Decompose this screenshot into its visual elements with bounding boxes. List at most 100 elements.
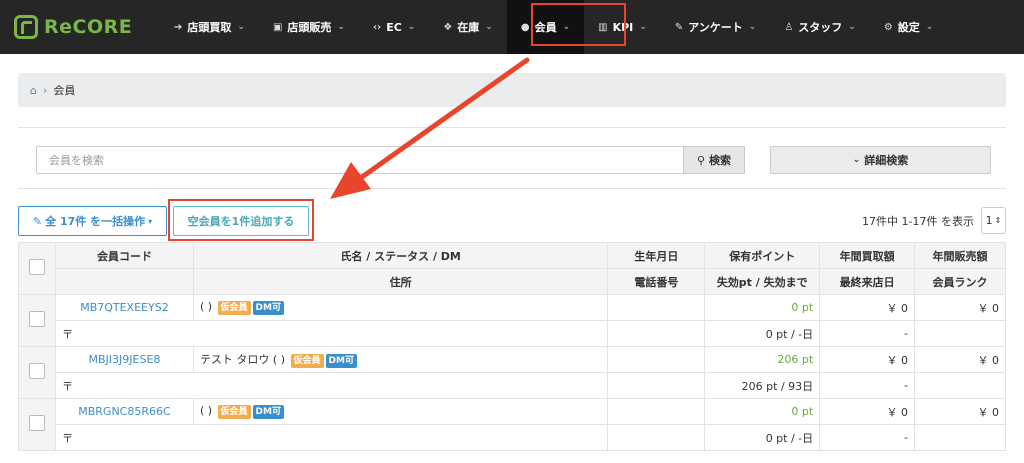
nav-label: スタッフ bbox=[798, 21, 843, 34]
bulk-action-button[interactable]: ✎ 全 17件 を一括操作 ▾ bbox=[18, 206, 167, 236]
col-header-last-visit[interactable]: 最終来店日 bbox=[819, 268, 916, 295]
nav-item-survey[interactable]: ✎ アンケート ⌄ bbox=[661, 0, 771, 54]
dm-badge: DM可 bbox=[252, 405, 284, 419]
table-row-sub: 〒 0 pt / -日 - bbox=[19, 424, 1006, 451]
nav-label: EC bbox=[386, 20, 402, 34]
expiring-points-cell: 206 pt / 93日 bbox=[704, 372, 821, 399]
col-header-birthdate[interactable]: 生年月日 bbox=[607, 242, 706, 269]
status-badge: 仮会員 bbox=[290, 354, 324, 368]
home-icon[interactable]: ⌂ bbox=[30, 84, 37, 97]
last-visit-cell: - bbox=[819, 424, 916, 451]
edit-icon: ✎ bbox=[674, 21, 684, 33]
members-highlight-box bbox=[531, 3, 626, 46]
logo-mark-icon bbox=[14, 15, 38, 39]
last-visit-cell: - bbox=[819, 372, 916, 399]
col-header-phone[interactable]: 電話番号 bbox=[607, 268, 706, 295]
nav-item-settings[interactable]: ⚙ 設定 ⌄ bbox=[870, 0, 948, 54]
chevron-right-icon: › bbox=[42, 83, 48, 97]
add-button-highlight-box bbox=[168, 199, 314, 241]
page-select[interactable]: 1 ⇕ bbox=[981, 207, 1006, 234]
member-name: ( ) bbox=[199, 404, 213, 417]
dm-badge: DM可 bbox=[252, 301, 284, 315]
search-button[interactable]: ⚲ 検索 bbox=[684, 146, 745, 174]
birthdate-cell bbox=[607, 294, 706, 321]
points-cell: 206 pt bbox=[704, 346, 821, 373]
last-visit-cell: - bbox=[819, 320, 916, 347]
address-cell: 〒 bbox=[54, 424, 609, 451]
search-panel: 会員を検索 ⚲ 検索 ⌄ 詳細検索 bbox=[18, 127, 1006, 189]
member-name: ( ) bbox=[199, 300, 213, 313]
table-row-sub: 〒 206 pt / 93日 - bbox=[19, 372, 1006, 399]
row-select-cell bbox=[18, 346, 56, 399]
user-outline-icon: ♙ bbox=[784, 21, 794, 33]
table-row: MBRGNC85R66C ( ) 仮会員 DM可 0 pt ￥ 0 ￥ 0 bbox=[18, 398, 1006, 451]
member-search-input[interactable]: 会員を検索 bbox=[36, 146, 684, 174]
nav-item-staff[interactable]: ♙ スタッフ ⌄ bbox=[770, 0, 870, 54]
col-header-member-rank[interactable]: 会員ランク bbox=[914, 268, 1006, 295]
address-cell: 〒 bbox=[54, 372, 609, 399]
row-select-cell bbox=[18, 294, 56, 347]
chevron-down-icon: ⌄ bbox=[852, 155, 861, 165]
col-header-annual-sell[interactable]: 年間販売額 bbox=[914, 242, 1006, 269]
cubes-icon: ❖ bbox=[443, 21, 453, 33]
table-row: MB7QTEXEEYS2 ( ) 仮会員 DM可 0 pt ￥ 0 ￥ 0 bbox=[18, 294, 1006, 347]
annual-buy-cell: ￥ 0 bbox=[819, 398, 916, 425]
user-icon: ● bbox=[520, 21, 530, 33]
top-navbar: ReCORE ➔ 店頭買取 ⌄ ▣ 店頭販売 ⌄ ‹› EC ⌄ ❖ 在庫 ⌄ ● 会員 ⌄ ▥ KP… bbox=[0, 0, 1024, 54]
annual-sell-cell: ￥ 0 bbox=[914, 398, 1006, 425]
member-code-link[interactable]: MBRGNC85R66C bbox=[54, 398, 194, 425]
breadcrumb: ⌂ › 会員 bbox=[18, 73, 1006, 107]
member-name-cell: ( ) 仮会員 DM可 bbox=[192, 294, 609, 321]
nav-label: 店頭販売 bbox=[287, 21, 332, 34]
phone-cell bbox=[607, 320, 706, 347]
search-icon: ⚲ bbox=[696, 153, 706, 167]
row-checkbox[interactable] bbox=[28, 311, 45, 327]
caret-down-icon: ▾ bbox=[148, 216, 153, 226]
member-name-cell: ( ) 仮会員 DM可 bbox=[192, 398, 609, 425]
advanced-search-button[interactable]: ⌄ 詳細検索 bbox=[770, 146, 991, 174]
status-badge: 仮会員 bbox=[217, 301, 251, 315]
nav-item-inventory[interactable]: ❖ 在庫 ⌄ bbox=[429, 0, 507, 54]
search-button-label: 検索 bbox=[709, 154, 732, 167]
table-row: MBJI3J9JESE8 テスト タロウ ( ) 仮会員 DM可 206 pt ￥… bbox=[18, 346, 1006, 399]
points-cell: 0 pt bbox=[704, 294, 821, 321]
status-badge: 仮会員 bbox=[217, 405, 251, 419]
chevron-down-icon: ⌄ bbox=[485, 22, 493, 32]
select-all-checkbox[interactable] bbox=[28, 259, 45, 275]
breadcrumb-current: 会員 bbox=[53, 84, 76, 97]
col-header-member-code[interactable]: 会員コード bbox=[54, 242, 194, 269]
member-name: テスト タロウ ( ) bbox=[199, 353, 286, 366]
members-table: 会員コード 氏名 / ステータス / DM 生年月日 保有ポイント 年間買取額 … bbox=[18, 242, 1006, 451]
page-select-value: 1 bbox=[985, 214, 993, 227]
nav-label: 設定 bbox=[897, 21, 920, 34]
bulk-action-label: 全 17件 を一括操作 bbox=[45, 215, 146, 228]
phone-cell bbox=[607, 372, 706, 399]
address-cell: 〒 bbox=[54, 320, 609, 347]
member-name-cell: テスト タロウ ( ) 仮会員 DM可 bbox=[192, 346, 609, 373]
annual-sell-cell: ￥ 0 bbox=[914, 294, 1006, 321]
birthdate-cell bbox=[607, 346, 706, 373]
nav-label: 在庫 bbox=[457, 21, 480, 34]
col-header-address[interactable]: 住所 bbox=[192, 268, 609, 295]
row-checkbox[interactable] bbox=[28, 363, 45, 379]
logo-text: ReCORE bbox=[44, 16, 133, 38]
recore-logo[interactable]: ReCORE bbox=[14, 10, 132, 44]
member-code-link[interactable]: MBJI3J9JESE8 bbox=[54, 346, 194, 373]
sign-in-icon: ➔ bbox=[174, 21, 183, 33]
annual-sell-cell: ￥ 0 bbox=[914, 346, 1006, 373]
nav-item-purchase[interactable]: ➔ 店頭買取 ⌄ bbox=[160, 0, 259, 54]
edit-icon: ✎ bbox=[32, 214, 43, 228]
row-checkbox[interactable] bbox=[28, 415, 45, 431]
gear-icon: ⚙ bbox=[883, 21, 893, 33]
member-code-link[interactable]: MB7QTEXEEYS2 bbox=[54, 294, 194, 321]
col-header-name-status-dm[interactable]: 氏名 / ステータス / DM bbox=[192, 242, 609, 269]
col-header-points[interactable]: 保有ポイント bbox=[704, 242, 821, 269]
col-header-annual-buy[interactable]: 年間買取額 bbox=[819, 242, 916, 269]
chevron-down-icon: ⌄ bbox=[925, 22, 934, 32]
nav-item-sales[interactable]: ▣ 店頭販売 ⌄ bbox=[259, 0, 359, 54]
member-rank-cell bbox=[914, 424, 1006, 451]
chevron-down-icon: ⌄ bbox=[748, 22, 757, 32]
chevron-down-icon: ⌄ bbox=[237, 22, 245, 32]
col-header-expiring-points[interactable]: 失効pt / 失効まで bbox=[704, 268, 821, 295]
nav-item-ec[interactable]: ‹› EC ⌄ bbox=[359, 0, 429, 54]
